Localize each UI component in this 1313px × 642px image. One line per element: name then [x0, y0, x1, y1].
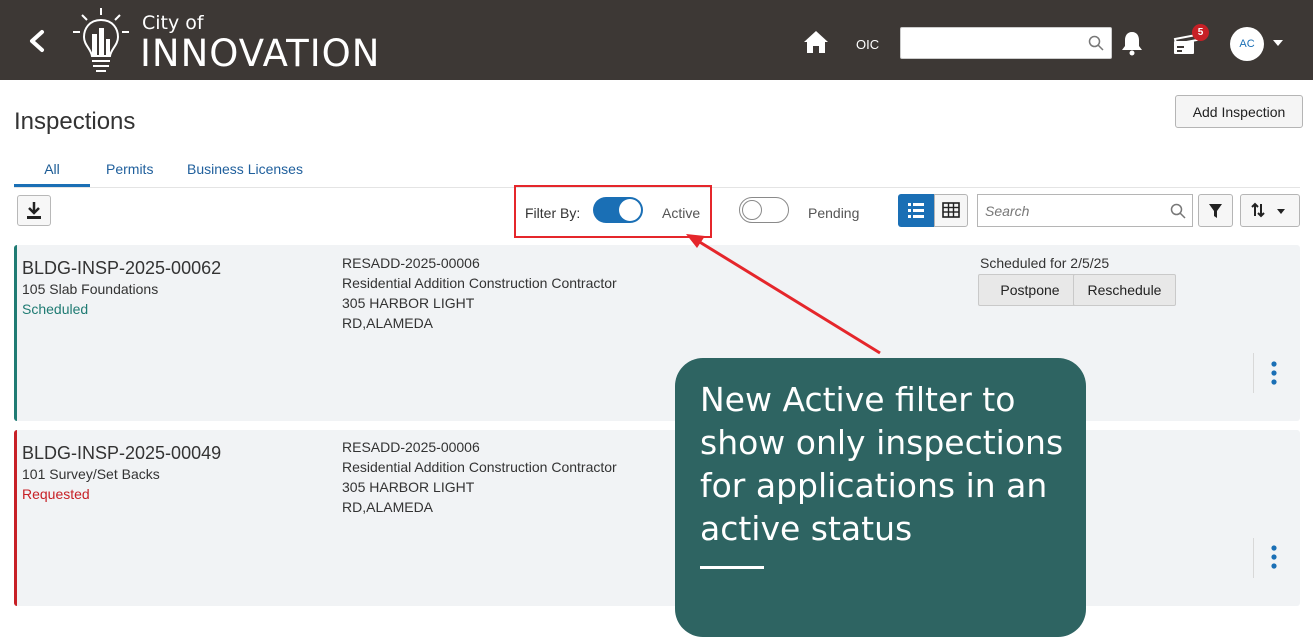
- more-actions-icon[interactable]: [1267, 544, 1281, 570]
- oic-link[interactable]: OIC: [856, 37, 879, 52]
- pending-filter-label: Pending: [808, 205, 860, 221]
- sort-icon: [1251, 202, 1285, 218]
- divider: [1253, 353, 1254, 393]
- inspection-id[interactable]: BLDG-INSP-2025-00062: [22, 258, 221, 279]
- search-icon[interactable]: [1170, 203, 1186, 219]
- add-inspection-button[interactable]: Add Inspection: [1175, 95, 1303, 128]
- address-line-2: RD,ALAMEDA: [342, 499, 434, 515]
- reschedule-button[interactable]: Reschedule: [1073, 274, 1176, 306]
- inspection-type: 101 Survey/Set Backs: [22, 466, 160, 482]
- bell-icon[interactable]: [1121, 30, 1143, 56]
- status-text: Scheduled: [22, 301, 89, 317]
- toggle-knob: [742, 200, 762, 220]
- address-line-1: 305 HARBOR LIGHT: [342, 295, 475, 311]
- inspection-id[interactable]: BLDG-INSP-2025-00049: [22, 443, 221, 464]
- page-title: Inspections: [14, 108, 136, 135]
- tab-all[interactable]: All: [14, 161, 90, 177]
- address-line-2: RD,ALAMEDA: [342, 315, 434, 331]
- search-icon[interactable]: [1088, 35, 1104, 51]
- application-description: Residential Addition Construction Contra…: [342, 275, 617, 291]
- tab-business-licenses[interactable]: Business Licenses: [187, 161, 303, 177]
- download-button[interactable]: [17, 195, 51, 226]
- inspection-search-input[interactable]: [978, 195, 1158, 226]
- funnel-icon: [1209, 204, 1222, 218]
- brand-title: INNOVATION: [140, 32, 381, 75]
- application-description: Residential Addition Construction Contra…: [342, 459, 617, 475]
- status-text: Requested: [22, 486, 90, 502]
- header-search-input[interactable]: [901, 28, 1081, 58]
- inspection-type: 105 Slab Foundations: [22, 281, 159, 297]
- user-avatar[interactable]: AC: [1230, 27, 1264, 61]
- divider: [1253, 538, 1254, 578]
- active-filter-toggle[interactable]: [593, 197, 643, 223]
- filter-by-label: Filter By:: [525, 205, 581, 221]
- chevron-down-icon[interactable]: [1273, 40, 1283, 46]
- filter-button[interactable]: [1198, 194, 1233, 227]
- sort-button[interactable]: [1240, 194, 1300, 227]
- application-number: RESADD-2025-00006: [342, 255, 480, 271]
- top-bar: City of INNOVATION OIC 5 AC: [0, 0, 1313, 80]
- pending-filter-toggle[interactable]: [739, 197, 789, 223]
- notification-badge: 5: [1192, 24, 1209, 41]
- more-actions-icon[interactable]: [1267, 360, 1281, 386]
- postpone-button[interactable]: Postpone: [978, 274, 1082, 306]
- inspection-search[interactable]: [977, 194, 1193, 227]
- inspection-card[interactable]: BLDG-INSP-2025-00049 101 Survey/Set Back…: [14, 430, 1300, 606]
- application-number: RESADD-2025-00006: [342, 439, 480, 455]
- header-search[interactable]: [900, 27, 1112, 59]
- inspection-card[interactable]: BLDG-INSP-2025-00062 105 Slab Foundation…: [14, 245, 1300, 421]
- download-icon: [27, 202, 41, 219]
- callout-rule: [700, 566, 764, 569]
- address-line-1: 305 HARBOR LIGHT: [342, 479, 475, 495]
- list-view-button[interactable]: [898, 194, 934, 227]
- list-view-icon: [908, 203, 924, 218]
- annotation-callout: New Active filter to show only inspectio…: [675, 358, 1086, 637]
- callout-text: New Active filter to show only inspectio…: [700, 380, 1064, 548]
- back-arrow-icon[interactable]: [22, 26, 52, 56]
- lightbulb-logo-icon: [73, 8, 129, 72]
- tab-permits[interactable]: Permits: [106, 161, 153, 177]
- table-view-icon: [942, 202, 960, 218]
- table-view-button[interactable]: [934, 194, 968, 227]
- active-filter-label: Active: [662, 205, 701, 221]
- brand-subtitle: City of: [142, 12, 204, 34]
- scheduled-date: Scheduled for 2/5/25: [980, 255, 1110, 271]
- home-icon[interactable]: [803, 30, 829, 54]
- toggle-knob: [619, 199, 641, 221]
